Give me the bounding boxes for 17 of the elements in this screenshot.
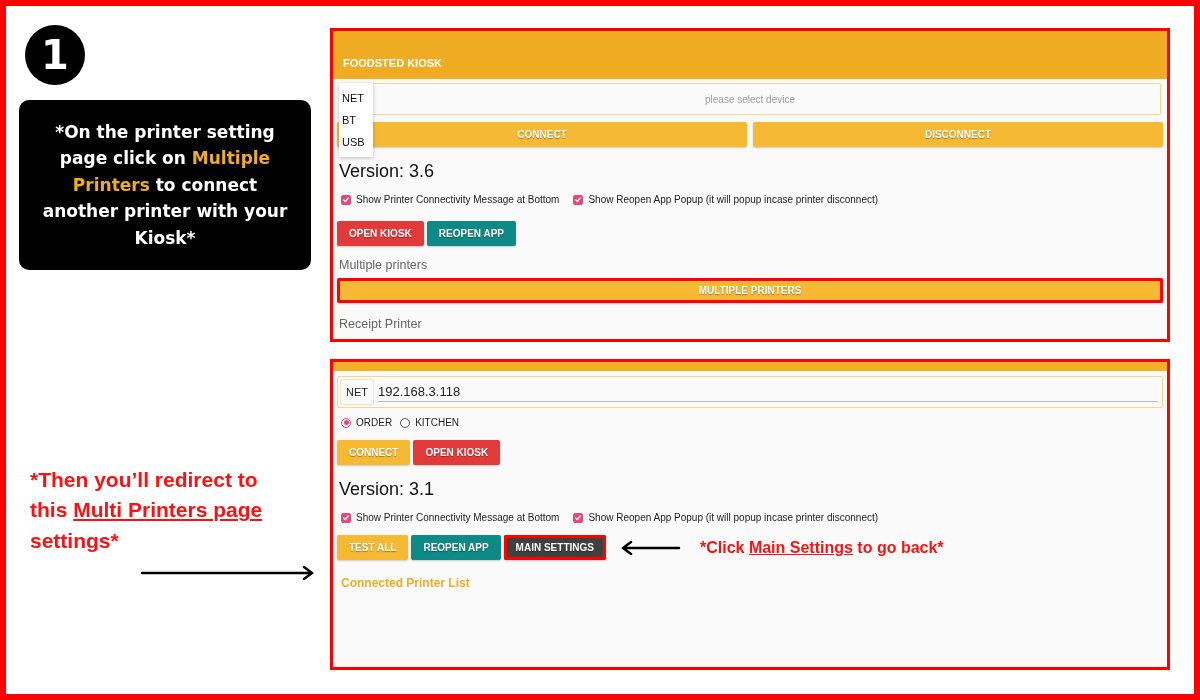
step-number-badge: 1: [25, 25, 85, 85]
app-title: FOODSTED KIOSK: [343, 57, 442, 69]
option-label: Show Printer Connectivity Message at Bottom: [356, 512, 560, 523]
radio-label: KITCHEN: [415, 417, 460, 428]
list-heading: Connected Printer List: [341, 576, 471, 590]
option-label: Show Printer Connectivity Message at Bottom: [356, 194, 560, 205]
version-text: Version: 3.6: [339, 161, 436, 182]
instruction-text: *On the printer setting page click on Multiple Printers to connect another printer with your Kiosk*: [41, 121, 289, 250]
section-label: Multiple printers: [339, 258, 429, 272]
go-back-note: *Click Main Settings to go back*: [699, 538, 944, 557]
section-label: Receipt Printer: [339, 317, 423, 331]
option-label: Show Reopen App Popup (it will popup incase printer disconnect): [588, 512, 879, 523]
version-text: Version: 3.1: [339, 479, 436, 500]
radio-label: ORDER: [356, 417, 393, 428]
option-label: Show Reopen App Popup (it will popup incase printer disconnect): [588, 194, 879, 205]
connection-type-label: NET: [340, 379, 374, 405]
redirect-note: *Then you’ll redirect to this Multi Printers page settings*: [30, 467, 264, 554]
